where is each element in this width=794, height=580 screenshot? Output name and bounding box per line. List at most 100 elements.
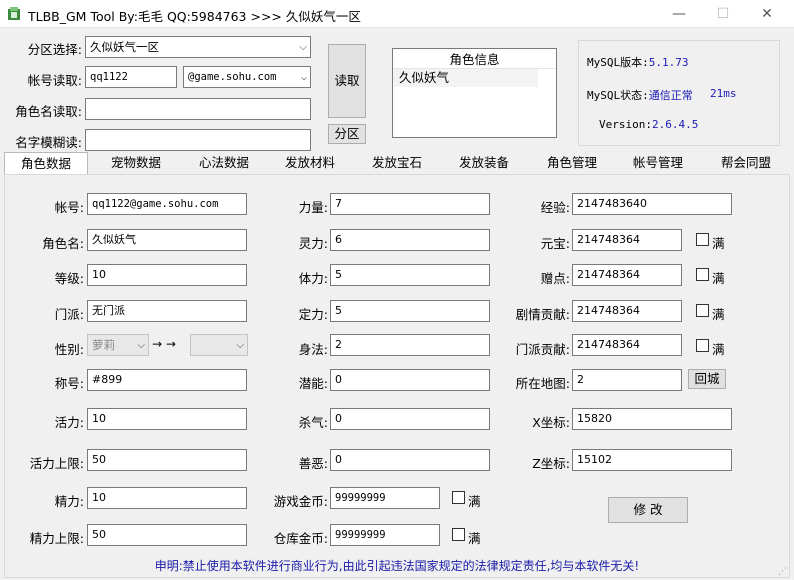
app-version-value: 2.6.4.5: [651, 118, 699, 131]
karma-field[interactable]: 0: [330, 449, 490, 471]
char-info-list[interactable]: 角色信息 久似妖气: [392, 48, 557, 138]
map-label: 所在地图:: [515, 376, 570, 391]
partition-select-value: 久似妖气一区: [90, 40, 159, 54]
minimize-button[interactable]: —: [656, 0, 702, 28]
agility-label: 身法:: [298, 342, 328, 357]
bank-gold-full-checkbox[interactable]: [452, 528, 465, 541]
modify-button[interactable]: 修 改: [608, 497, 688, 523]
sect-contrib-full-label: 满: [712, 342, 725, 357]
tab-character-manage[interactable]: 角色管理: [532, 152, 612, 174]
vitality-field[interactable]: 10: [87, 408, 247, 430]
bank-gold-field[interactable]: 99999999: [330, 524, 440, 546]
chevron-down-icon: ⌵: [299, 42, 307, 53]
strength-field[interactable]: 7: [330, 193, 490, 215]
story-contrib-full-label: 满: [712, 307, 725, 322]
tab-pet-data[interactable]: 宠物数据: [96, 152, 176, 174]
charname-read-input[interactable]: [85, 98, 311, 120]
char-info-header: 角色信息: [393, 51, 556, 69]
story-contrib-full-checkbox[interactable]: [696, 304, 709, 317]
mysql-latency: 21ms: [710, 87, 737, 100]
tab-character-data[interactable]: 角色数据: [4, 152, 88, 174]
charname-field[interactable]: 久似妖气: [87, 229, 247, 251]
spirit-field[interactable]: 6: [330, 229, 490, 251]
yuanbao-full-checkbox[interactable]: [696, 233, 709, 246]
list-item[interactable]: 久似妖气: [393, 69, 538, 87]
potential-label: 潜能:: [298, 376, 328, 391]
arrow-icon: → →: [152, 337, 176, 351]
sect-contrib-field[interactable]: 214748364: [572, 334, 682, 356]
tab-xinfa-data[interactable]: 心法数据: [184, 152, 264, 174]
yuanbao-full-label: 满: [712, 236, 725, 251]
resize-grip-icon[interactable]: ⋰: [778, 566, 790, 578]
account-field[interactable]: qq1122@game.sohu.com: [87, 193, 247, 215]
story-contrib-label: 剧情贡献:: [515, 307, 570, 322]
tab-guild-alliance[interactable]: 帮会同盟: [706, 152, 786, 174]
constitution-field[interactable]: 5: [330, 264, 490, 286]
title-field[interactable]: #899: [87, 369, 247, 391]
tab-issue-equipment[interactable]: 发放装备: [444, 152, 524, 174]
energy-label: 精力:: [54, 494, 84, 509]
gender-target-select: ⌵: [190, 334, 248, 356]
charname-read-label: 角色名读取:: [15, 104, 82, 119]
fuzzy-read-label: 名字模糊读:: [15, 135, 82, 150]
gift-points-label: 赠点:: [540, 271, 570, 286]
experience-field[interactable]: 2147483640: [572, 193, 732, 215]
sect-contrib-full-checkbox[interactable]: [696, 339, 709, 352]
constitution-label: 体力:: [298, 271, 328, 286]
game-gold-field[interactable]: 99999999: [330, 487, 440, 509]
mysql-status-label: MySQL状态:: [587, 89, 649, 102]
gender-label: 性别:: [54, 342, 84, 357]
tab-account-manage[interactable]: 帐号管理: [618, 152, 698, 174]
gift-points-full-checkbox[interactable]: [696, 268, 709, 281]
account-label: 帐号:: [54, 200, 84, 215]
account-read-input[interactable]: qq1122: [85, 66, 177, 88]
focus-field[interactable]: 5: [330, 300, 490, 322]
account-read-label: 帐号读取:: [27, 73, 82, 88]
sect-field[interactable]: 无门派: [87, 300, 247, 322]
x-coord-field[interactable]: 15820: [572, 408, 732, 430]
vitality-label: 活力:: [54, 415, 84, 430]
partition-button[interactable]: 分区: [328, 124, 366, 144]
mysql-version-row: MySQL版本:5.1.73: [587, 54, 689, 70]
energy-field[interactable]: 10: [87, 487, 247, 509]
maximize-button[interactable]: ☐: [700, 0, 746, 28]
story-contrib-field[interactable]: 214748364: [572, 300, 682, 322]
yuanbao-field[interactable]: 214748364: [572, 229, 682, 251]
disclaimer-text: 申明:禁止使用本软件进行商业行为,由此引起违法国家规定的法律规定责任,均与本软件…: [154, 559, 640, 573]
vitality-max-field[interactable]: 50: [87, 449, 247, 471]
partition-select[interactable]: 久似妖气一区 ⌵: [85, 36, 311, 58]
app-version-row: Version:2.6.4.5: [599, 118, 698, 131]
tab-bar: 角色数据 宠物数据 心法数据 发放材料 发放宝石 发放装备 角色管理 帐号管理 …: [0, 152, 794, 176]
x-coord-label: X坐标:: [532, 415, 570, 430]
experience-label: 经验:: [540, 200, 570, 215]
mysql-version-label: MySQL版本:: [587, 56, 649, 69]
game-gold-full-checkbox[interactable]: [452, 491, 465, 504]
mysql-status-row: MySQL状态:通信正常: [587, 87, 693, 103]
tab-issue-materials[interactable]: 发放材料: [270, 152, 350, 174]
potential-field[interactable]: 0: [330, 369, 490, 391]
level-field[interactable]: 10: [87, 264, 247, 286]
fuzzy-read-input[interactable]: [85, 129, 311, 151]
z-coord-field[interactable]: 15102: [572, 449, 732, 471]
app-version-label: Version:: [599, 118, 652, 131]
tab-issue-gems[interactable]: 发放宝石: [357, 152, 437, 174]
bank-gold-label: 仓库金币:: [273, 531, 328, 546]
sect-label: 门派:: [54, 307, 84, 322]
return-city-button[interactable]: 回城: [688, 369, 726, 389]
pk-value-label: 杀气:: [298, 415, 328, 430]
gift-points-field[interactable]: 214748364: [572, 264, 682, 286]
vitality-max-label: 活力上限:: [29, 456, 84, 471]
level-label: 等级:: [54, 271, 84, 286]
domain-select[interactable]: @game.sohu.com ⌵: [183, 66, 311, 88]
energy-max-label: 精力上限:: [29, 531, 84, 546]
map-field[interactable]: 2: [572, 369, 682, 391]
karma-label: 善恶:: [298, 456, 328, 471]
agility-field[interactable]: 2: [330, 334, 490, 356]
game-gold-label: 游戏金币:: [273, 494, 328, 509]
read-button[interactable]: 读取: [328, 44, 366, 118]
gift-points-full-label: 满: [712, 271, 725, 286]
pk-value-field[interactable]: 0: [330, 408, 490, 430]
energy-max-field[interactable]: 50: [87, 524, 247, 546]
close-button[interactable]: ✕: [744, 0, 790, 28]
domain-select-value: @game.sohu.com: [188, 71, 277, 83]
